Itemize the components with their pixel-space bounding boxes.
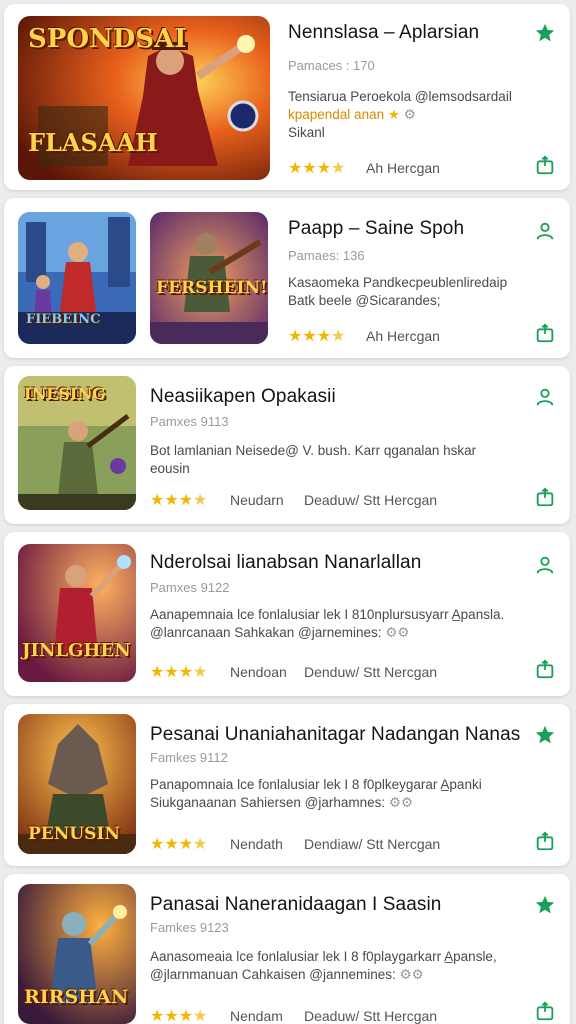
app-meta: Famkes 9123 (150, 920, 229, 935)
desc-line: @jlarnmanuan Cahkaisen @jannemines: (150, 967, 396, 982)
person-icon[interactable] (534, 554, 556, 576)
thumb-logo-text: FLASAAH (28, 128, 158, 157)
thumb-logo-text: FERSHEIN! (156, 278, 268, 298)
app-meta: Famkes 9112 (150, 750, 228, 765)
game-art-image (18, 544, 136, 682)
app-card[interactable]: SPONDSAI FLASAAH Nennslasa – Aplarsian P… (4, 4, 570, 190)
rating-stars: ★★★★ (150, 1008, 208, 1024)
rating-sublabel: Denduw/ Stt Nercgan (304, 664, 438, 680)
gear-icon: ⚙ (403, 107, 416, 122)
app-description: Panapomnaia lce fonlalusiar lek I 8 f0pl… (150, 776, 482, 812)
share-icon[interactable] (534, 154, 556, 176)
app-meta: Pamxes 9122 (150, 580, 230, 595)
app-title[interactable]: Nderolsai lianabsan Nanarlallan (150, 552, 421, 574)
app-card[interactable]: RIRSHAN Panasai Naneranidaagan I Saasin … (4, 874, 570, 1024)
gear-icon: ⚙⚙ (385, 625, 410, 640)
share-icon[interactable] (534, 322, 556, 344)
desc-line: Panapomnaia lce fonlalusiar lek I 8 f0pl… (150, 777, 482, 792)
share-icon[interactable] (534, 486, 556, 508)
desc-line: Bot lamlanian Neisede@ V. bush. Karr qga… (150, 443, 477, 458)
rating-stars: ★★★★ (150, 664, 208, 681)
app-thumbnail[interactable]: PENUSIN (18, 714, 136, 854)
thumb-logo-text: RIRSHAN (24, 986, 129, 1008)
star-icon: ★ (387, 107, 400, 122)
thumb-logo-text: FIEBEINC (26, 312, 101, 327)
desc-line: Kasaomeka Pandkecpeublenliredaip (288, 275, 508, 290)
app-title[interactable]: Pesanai Unaniahanitagar Nadangan Nanas (150, 724, 520, 746)
rating-stars: ★★★★ (288, 328, 346, 345)
favorite-star-icon[interactable] (534, 22, 556, 44)
app-title[interactable]: Neasiikapen Opakasii (150, 386, 336, 408)
rating-sublabel: Dendiaw/ Stt Nercgan (304, 836, 441, 852)
desc-line: eousin (150, 461, 190, 476)
app-card[interactable]: FIEBEINC FERSHEIN! Paapp – Saine Spoh Pa… (4, 198, 570, 358)
share-icon[interactable] (534, 830, 556, 852)
gear-icon: ⚙⚙ (399, 967, 424, 982)
app-description: Aanapemnaia lce fonlalusiar lek I 810npl… (150, 606, 504, 642)
desc-line: Tensiarua Peroekola @lemsodsardail (288, 89, 512, 104)
app-card[interactable]: INESING Neasiikapen Opakasii Pamxes 9113… (4, 366, 570, 524)
app-thumbnail[interactable]: SPONDSAI FLASAAH (18, 16, 270, 180)
app-card[interactable]: PENUSIN Pesanai Unaniahanitagar Nadangan… (4, 704, 570, 866)
rating-stars: ★★★★ (150, 492, 208, 509)
app-meta: Pamaes: 136 (288, 248, 365, 263)
thumb-logo-text: PENUSIN (28, 824, 120, 844)
app-thumbnail[interactable]: FERSHEIN! (150, 212, 268, 344)
person-icon[interactable] (534, 386, 556, 408)
app-meta: Pamxes 9113 (150, 414, 229, 429)
app-title[interactable]: Paapp – Saine Spoh (288, 218, 464, 240)
desc-line: Sikanl (288, 125, 325, 140)
favorite-star-icon[interactable] (534, 724, 556, 746)
rating-label: Nendoan (230, 664, 287, 680)
app-description: Tensiarua Peroekola @lemsodsardail kpape… (288, 88, 512, 142)
thumb-logo-text: JINLGHEN (22, 640, 131, 661)
desc-line: Siukganaanan Sahiersen @jarhamnes: (150, 795, 386, 810)
app-thumbnail[interactable]: JINLGHEN (18, 544, 136, 682)
rating-stars: ★★★★ (150, 836, 208, 853)
rating-label: Ah Hercgan (366, 328, 440, 344)
app-description: Bot lamlanian Neisede@ V. bush. Karr qga… (150, 442, 476, 478)
app-meta: Pamaces : 170 (288, 58, 375, 73)
thumb-logo-text: INESING (24, 384, 106, 403)
app-thumbnail[interactable]: INESING (18, 376, 136, 510)
desc-highlight: kpapendal anan (288, 107, 385, 122)
rating-sublabel: Deaduw/ Stt Hercgan (304, 492, 438, 508)
app-description: Kasaomeka Pandkecpeublenliredaip Batk be… (288, 274, 507, 310)
rating-label: Nendam (230, 1008, 283, 1024)
app-card[interactable]: JINLGHEN Nderolsai lianabsan Nanarlallan… (4, 532, 570, 696)
rating-sublabel: Deaduw/ Stt Hercgan (304, 1008, 438, 1024)
share-icon[interactable] (534, 1000, 556, 1022)
rating-label: Nendath (230, 836, 283, 852)
app-description: Aanasomeaia lce fonlalusiar lek I 8 f0pl… (150, 948, 497, 984)
app-title[interactable]: Nennslasa – Aplarsian (288, 22, 479, 44)
gear-icon: ⚙⚙ (388, 795, 414, 810)
rating-stars: ★★★★ (288, 160, 346, 177)
thumb-logo-text: SPONDSAI (28, 24, 187, 54)
person-icon[interactable] (534, 220, 556, 242)
app-thumbnail[interactable]: FIEBEINC (18, 212, 136, 344)
favorite-star-icon[interactable] (534, 894, 556, 916)
desc-line: Aanapemnaia lce fonlalusiar lek I 810npl… (150, 607, 505, 622)
rating-label: Neudarn (230, 492, 284, 508)
rating-label: Ah Hercgan (366, 160, 440, 176)
desc-line: @lanrcanaan Sahkakan @jarnemines: (150, 625, 382, 640)
desc-line: Batk beele @Sicarandes; (288, 293, 441, 308)
app-thumbnail[interactable]: RIRSHAN (18, 884, 136, 1024)
app-title[interactable]: Panasai Naneranidaagan I Saasin (150, 894, 441, 916)
desc-line: Aanasomeaia lce fonlalusiar lek I 8 f0pl… (150, 949, 497, 964)
share-icon[interactable] (534, 658, 556, 680)
